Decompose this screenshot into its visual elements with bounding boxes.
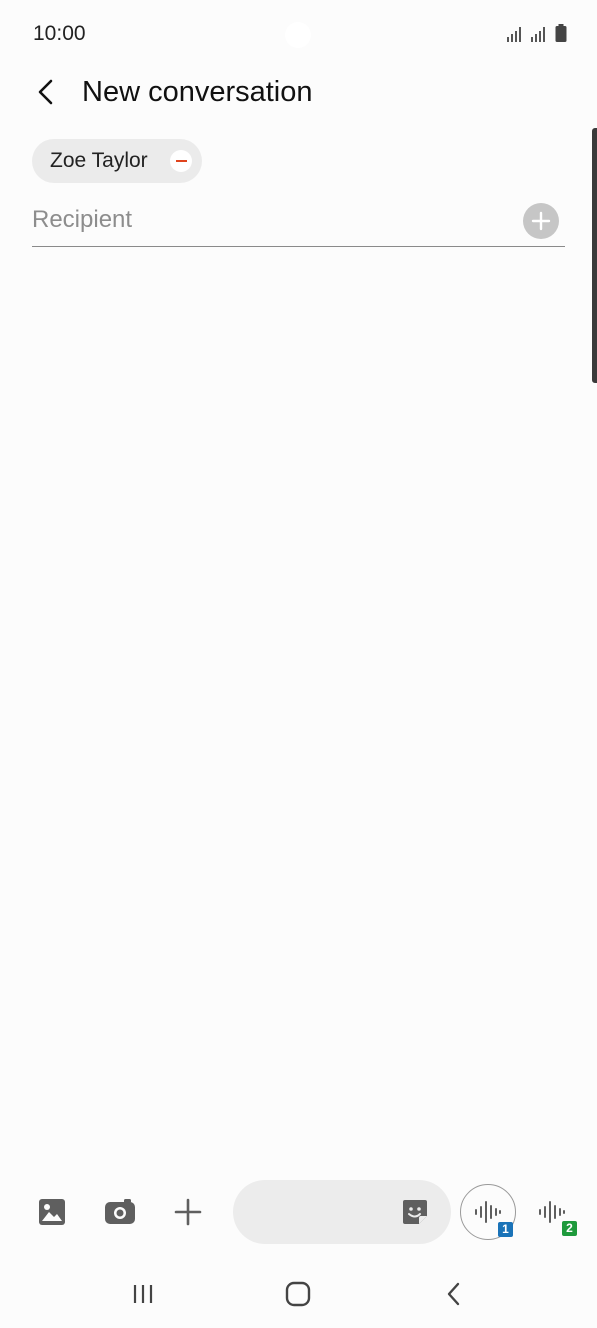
message-input-container xyxy=(233,1180,451,1244)
status-bar: 10:00 xyxy=(0,0,597,68)
page-title: New conversation xyxy=(82,76,313,108)
gallery-button[interactable] xyxy=(32,1192,72,1232)
home-icon xyxy=(285,1281,311,1307)
minus-circle-icon xyxy=(175,160,187,162)
front-camera xyxy=(285,22,311,48)
plus-icon xyxy=(174,1198,202,1226)
sticker-button[interactable] xyxy=(401,1198,429,1226)
recipient-input[interactable] xyxy=(32,198,502,242)
nav-back-button[interactable] xyxy=(432,1276,476,1312)
recents-button[interactable] xyxy=(121,1276,165,1312)
sim1-badge: 1 xyxy=(498,1222,513,1237)
recipient-chip[interactable]: Zoe Taylor xyxy=(32,139,202,183)
scroll-indicator[interactable] xyxy=(592,128,597,383)
remove-recipient-button[interactable] xyxy=(170,150,192,172)
composer-bar: 1 2 xyxy=(0,1178,597,1246)
attach-button[interactable] xyxy=(168,1192,208,1232)
navigation-bar xyxy=(0,1262,597,1328)
chevron-left-icon xyxy=(38,79,53,105)
recipient-field xyxy=(32,198,565,247)
camera-button[interactable] xyxy=(100,1192,140,1232)
back-icon xyxy=(447,1282,460,1306)
voice-message-sim1-button[interactable]: 1 xyxy=(460,1184,516,1240)
status-icons xyxy=(507,24,567,47)
signal-sim1-icon xyxy=(507,26,525,47)
screen: 10:00 New conversation Zoe Taylor Recipi… xyxy=(0,0,597,1328)
signal-sim2-icon xyxy=(531,26,549,47)
camera-icon xyxy=(105,1199,135,1224)
add-recipient-button[interactable] xyxy=(523,203,559,239)
image-icon xyxy=(39,1199,65,1225)
voice-message-sim2-button[interactable]: 2 xyxy=(524,1184,580,1240)
sim2-badge: 2 xyxy=(562,1221,577,1236)
recents-icon xyxy=(133,1285,153,1303)
back-button[interactable] xyxy=(28,74,64,110)
message-input[interactable] xyxy=(253,1190,397,1236)
sticker-icon xyxy=(403,1200,427,1224)
plus-circle-icon xyxy=(531,211,551,231)
status-time: 10:00 xyxy=(33,22,86,45)
recipient-chip-label: Zoe Taylor xyxy=(50,149,148,172)
voice-wave-icon xyxy=(475,1201,501,1223)
home-button[interactable] xyxy=(276,1276,320,1312)
battery-icon xyxy=(555,24,567,47)
